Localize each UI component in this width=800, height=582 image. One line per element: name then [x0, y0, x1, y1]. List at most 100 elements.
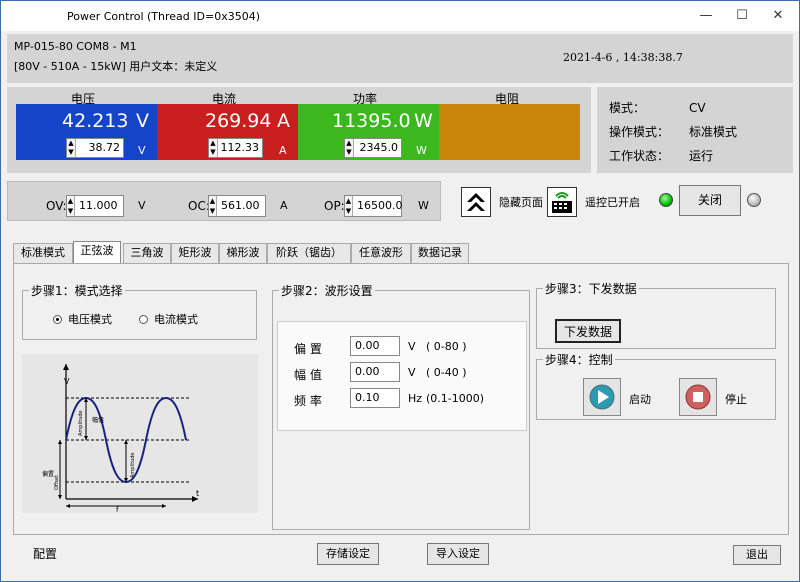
step1-title: 步骤1：模式选择	[29, 282, 125, 299]
tab-arbitrary[interactable]: 任意波形	[351, 243, 411, 263]
device-spec: [80V - 510A - 15kW] 用户文本：未定义	[14, 60, 218, 73]
freq-unit: Hz	[408, 392, 423, 405]
stop-button[interactable]	[679, 378, 717, 416]
remote-status-label: 遥控已开启	[585, 196, 640, 209]
meter-panel: 电压 电流 功率 电阻 42.213 V ▲ ▼ 38.72 V 269.94 A…	[7, 87, 591, 173]
amp-unit: V	[408, 366, 416, 379]
step4-title: 步骤4：控制	[543, 351, 615, 368]
oc-label: OC:	[188, 199, 210, 213]
freq-label-text: 频 率	[294, 394, 322, 408]
spin-arrows-icon[interactable]: ▲ ▼	[345, 196, 353, 216]
work-state-label: 工作状态：	[609, 149, 670, 163]
power-setpoint[interactable]: ▲ ▼ 2345.0	[344, 138, 402, 158]
sine-diagram: V t 幅值 Amplitude Amplitude 偏置 Offset f	[22, 354, 258, 514]
spin-arrows-icon[interactable]: ▲ ▼	[209, 139, 218, 157]
close-output-button[interactable]: 关闭	[679, 185, 741, 216]
power-value: 11395.0	[332, 110, 411, 132]
datetime: 2021-4-6 , 14:38:38.7	[563, 51, 683, 64]
spin-arrows-icon[interactable]: ▲ ▼	[67, 196, 75, 216]
offset-label-text: 偏 置	[294, 342, 322, 356]
hide-page-label[interactable]: 隐藏页面	[499, 194, 543, 210]
current-meter: 269.94 A ▲ ▼ 112.33 A	[157, 104, 298, 160]
tab-triangle[interactable]: 三角波	[123, 243, 171, 263]
ov-input[interactable]: ▲ ▼ 11.000	[66, 195, 124, 217]
device-id: MP-015-80 COM8 - M1	[14, 40, 137, 53]
exit-button[interactable]: 退出	[733, 545, 781, 565]
close-window-button[interactable]: ✕	[763, 5, 793, 27]
power-set-unit: W	[416, 144, 427, 157]
current-value: 269.94	[205, 110, 272, 132]
op-label: OP:	[324, 199, 345, 213]
amplitude-label-1: Amplitude	[78, 410, 84, 436]
offset-label: Offset	[54, 475, 60, 490]
current-mode-radio[interactable]: 电流模式	[139, 311, 198, 327]
step2-title: 步骤2：波形设置	[279, 282, 375, 299]
ov-unit: V	[138, 199, 146, 212]
axis-t-label: t	[196, 489, 199, 498]
power-meter: 11395.0 W ▲ ▼ 2345.0 W	[298, 104, 439, 160]
minimize-button[interactable]: —	[691, 5, 721, 27]
voltage-setpoint[interactable]: ▲ ▼ 38.72	[66, 138, 124, 158]
spin-arrows-icon[interactable]: ▲ ▼	[67, 139, 76, 157]
amp-range: ( 0-40 )	[426, 366, 467, 379]
load-settings-button[interactable]: 导入设定	[427, 543, 489, 565]
green-led-icon	[659, 193, 673, 207]
step4-group: 步骤4：控制 启动 停止	[536, 351, 776, 420]
spin-arrows-icon[interactable]: ▲ ▼	[345, 139, 354, 157]
pianzhi-label: 偏置	[42, 470, 54, 478]
current-set-unit: A	[279, 144, 287, 157]
device-header: MP-015-80 COM8 - M1 [80V - 510A - 15kW] …	[7, 34, 793, 83]
current-unit: A	[277, 110, 290, 132]
sine-panel: 步骤1：模式选择 电压模式 电流模式 V t 幅值 Amplitude Ampl…	[13, 263, 789, 535]
save-settings-button[interactable]: 存储设定	[317, 543, 379, 565]
start-button[interactable]	[583, 378, 621, 416]
title-bar: Power Control (Thread ID=0x3504) — ☐ ✕	[1, 1, 799, 31]
amplitude-input[interactable]: 0.00	[350, 362, 400, 382]
spin-arrows-icon[interactable]: ▲ ▼	[209, 196, 217, 216]
frequency-input[interactable]: 0.10	[350, 388, 400, 408]
amp-label-text: 幅 值	[294, 368, 322, 382]
opmode-label: 操作模式：	[609, 125, 670, 139]
offset-unit: V	[408, 340, 416, 353]
offset-input[interactable]: 0.00	[350, 336, 400, 356]
voltage-value: 42.213	[62, 110, 129, 132]
oc-input[interactable]: ▲ ▼ 561.00	[208, 195, 266, 217]
status-panel: 模式： CV 操作模式： 标准模式 工作状态： 运行	[597, 87, 793, 173]
remote-keypad-icon[interactable]	[547, 187, 577, 217]
tab-trapezoid[interactable]: 梯形波	[219, 243, 267, 263]
grey-led-icon	[747, 193, 761, 207]
amplitude-label-2: Amplitude	[130, 452, 136, 478]
send-data-button[interactable]: 下发数据	[555, 319, 621, 343]
power-unit: W	[414, 110, 433, 132]
ov-label: OV:	[46, 199, 67, 213]
maximize-button[interactable]: ☐	[727, 5, 757, 27]
fuzhi-label: 幅值	[92, 416, 104, 424]
stop-label: 停止	[725, 393, 747, 406]
op-input[interactable]: ▲ ▼ 16500.0	[344, 195, 403, 217]
resistance-meter	[439, 104, 580, 160]
stop-icon	[685, 384, 711, 410]
voltage-mode-label: 电压模式	[68, 313, 112, 326]
tab-sine[interactable]: 正弦波	[73, 241, 121, 263]
freq-range: (0.1-1000)	[426, 392, 485, 405]
step2-group: 步骤2：波形设置 偏 置 0.00 V ( 0-80 ) 幅 值 0.00 V …	[272, 282, 530, 530]
play-icon	[589, 384, 615, 410]
current-setpoint[interactable]: ▲ ▼ 112.33	[208, 138, 263, 158]
voltage-mode-radio[interactable]: 电压模式	[53, 311, 112, 327]
tab-step[interactable]: 阶跃（锯齿）	[267, 243, 351, 263]
tab-datalog[interactable]: 数据记录	[411, 243, 469, 263]
op-unit: W	[418, 199, 429, 212]
waveform-settings: 偏 置 0.00 V ( 0-80 ) 幅 值 0.00 V ( 0-40 ) …	[277, 321, 527, 431]
footer-bar: 配置 存储设定 导入设定 退出	[7, 537, 793, 577]
hide-page-icon[interactable]	[461, 187, 491, 217]
window-title: Power Control (Thread ID=0x3504)	[67, 10, 260, 23]
app-window: Power Control (Thread ID=0x3504) — ☐ ✕ M…	[0, 0, 800, 582]
tab-standard[interactable]: 标准模式	[13, 243, 73, 263]
voltage-unit: V	[136, 110, 149, 132]
tab-square[interactable]: 矩形波	[171, 243, 219, 263]
mode-label: 模式：	[609, 101, 646, 115]
step1-group: 步骤1：模式选择 电压模式 电流模式	[22, 282, 257, 340]
opmode-value: 标准模式	[689, 125, 738, 139]
protection-panel: OV: ▲ ▼ 11.000 V OC: ▲ ▼ 561.00 A OP: ▲ ▼ 1…	[7, 181, 441, 221]
mode-value: CV	[689, 101, 706, 115]
